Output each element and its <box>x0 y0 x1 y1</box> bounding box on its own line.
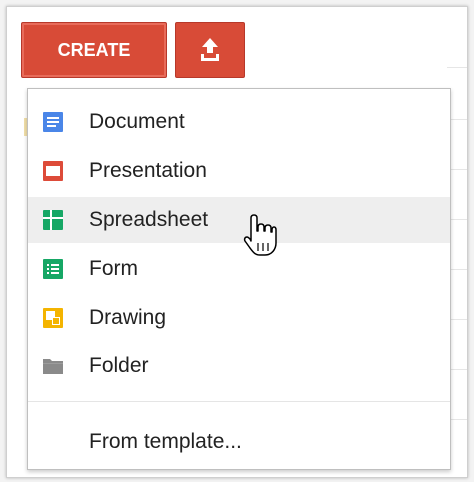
document-icon <box>43 112 63 132</box>
menu-item-document[interactable]: Document <box>28 99 450 145</box>
menu-item-form[interactable]: Form <box>28 246 450 292</box>
hand-pointer-icon <box>243 214 277 256</box>
menu-item-label: Form <box>89 257 138 280</box>
background-divider <box>447 67 467 68</box>
menu-divider <box>28 401 450 402</box>
menu-item-drawing[interactable]: Drawing <box>28 295 450 341</box>
upload-button[interactable] <box>175 22 245 78</box>
form-icon <box>43 259 63 279</box>
menu-item-spreadsheet[interactable]: Spreadsheet <box>28 197 450 243</box>
menu-item-folder[interactable]: Folder <box>28 343 450 389</box>
create-button[interactable]: CREATE <box>21 22 167 78</box>
menu-item-label: From template... <box>89 430 242 453</box>
create-button-label: CREATE <box>57 39 131 60</box>
app-window: CREATE Document Presentation Spreadsheet… <box>6 6 468 478</box>
menu-item-label: Spreadsheet <box>89 208 209 231</box>
upload-icon <box>201 38 219 61</box>
folder-icon <box>43 359 63 374</box>
spreadsheet-icon <box>43 210 63 230</box>
menu-item-presentation[interactable]: Presentation <box>28 148 450 194</box>
menu-item-label: Presentation <box>89 159 207 182</box>
drawing-icon <box>43 308 63 328</box>
menu-item-label: Folder <box>89 354 149 377</box>
presentation-icon <box>43 161 63 181</box>
menu-item-label: Document <box>89 110 185 133</box>
create-menu: Document Presentation Spreadsheet Form D… <box>27 88 451 470</box>
menu-item-from-template[interactable]: From template... <box>28 419 450 465</box>
menu-item-label: Drawing <box>89 306 167 329</box>
